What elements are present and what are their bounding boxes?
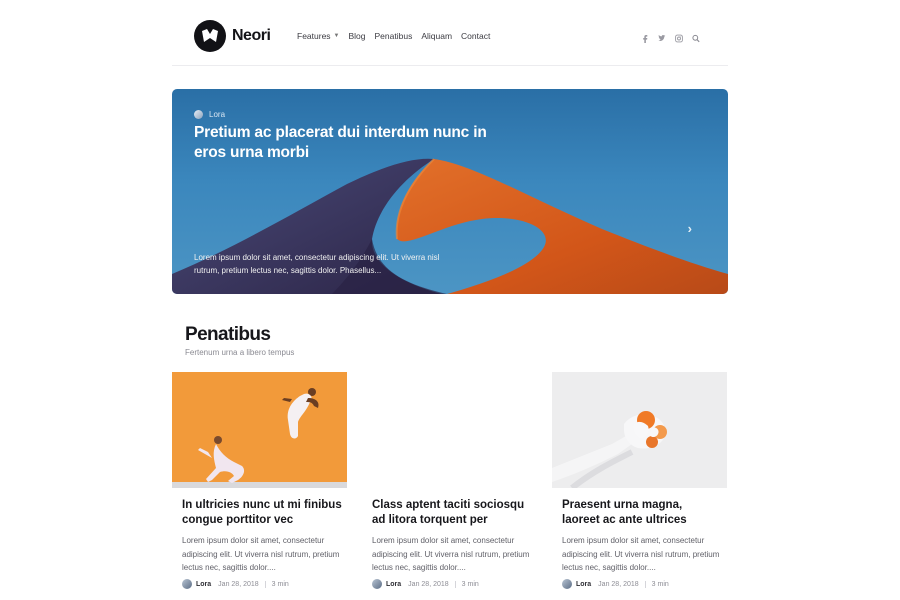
facebook-icon[interactable]	[641, 30, 649, 43]
avatar[interactable]	[562, 579, 572, 589]
chevron-right-icon[interactable]: ›	[688, 221, 692, 236]
post-title[interactable]: In ultricies nunc ut mi finibus congue p…	[182, 498, 342, 528]
post-card[interactable]: Class aptent taciti sociosqu ad litora t…	[362, 372, 537, 589]
post-date: Jan 28, 2018	[598, 580, 639, 588]
post-meta: Lora Jan 28, 2018 3 min	[372, 579, 479, 589]
social-links	[641, 30, 700, 43]
post-card[interactable]: Praesent urna magna, laoreet ac ante ult…	[552, 372, 727, 589]
instagram-icon[interactable]	[675, 30, 683, 43]
nav-item-label: Contact	[461, 31, 491, 41]
nav-item-blog[interactable]: Blog	[349, 31, 366, 41]
logo-icon[interactable]	[194, 20, 226, 52]
post-meta: Lora Jan 28, 2018 3 min	[182, 579, 289, 589]
post-read-time: 3 min	[271, 580, 289, 588]
post-date: Jan 28, 2018	[408, 580, 449, 588]
post-thumbnail[interactable]	[172, 372, 347, 488]
post-excerpt: Lorem ipsum dolor sit amet, consectetur …	[182, 536, 340, 572]
chevron-down-icon: ▼	[333, 33, 340, 39]
meta-divider	[454, 580, 456, 588]
hero-excerpt: Lorem ipsum dolor sit amet, consectetur …	[194, 253, 440, 275]
post-author[interactable]: Lora	[196, 581, 211, 588]
post-thumbnail[interactable]	[552, 372, 727, 488]
twitter-icon[interactable]	[658, 30, 666, 41]
post-author[interactable]: Lora	[386, 581, 401, 588]
post-excerpt: Lorem ipsum dolor sit amet, consectetur …	[372, 536, 530, 572]
post-read-time: 3 min	[651, 580, 669, 588]
section-subtitle: Fertenum urna a libero tempus	[185, 348, 295, 357]
avatar	[194, 110, 203, 119]
post-read-time: 3 min	[461, 580, 479, 588]
post-meta: Lora Jan 28, 2018 3 min	[562, 579, 669, 589]
post-title[interactable]: Praesent urna magna, laoreet ac ante ult…	[562, 498, 722, 528]
nav-item-label: Features	[297, 31, 331, 41]
post-card[interactable]: In ultricies nunc ut mi finibus congue p…	[172, 372, 347, 589]
nav-item-contact[interactable]: Contact	[461, 31, 490, 41]
post-date: Jan 28, 2018	[218, 580, 259, 588]
meta-divider	[644, 580, 646, 588]
section-title: Penatibus	[185, 324, 271, 345]
nav-item-features[interactable]: Features ▼	[297, 31, 340, 41]
nav-item-penatibus[interactable]: Penatibus	[375, 31, 413, 41]
hero-author[interactable]: Lora	[194, 110, 225, 119]
nav-item-aliquam[interactable]: Aliquam	[421, 31, 452, 41]
nav-item-label: Aliquam	[421, 31, 453, 41]
nav-item-label: Penatibus	[374, 31, 413, 41]
hero-title[interactable]: Pretium ac placerat dui interdum nunc in…	[194, 123, 494, 163]
featured-slider[interactable]: Lora Pretium ac placerat dui interdum nu…	[172, 89, 728, 294]
brand-name[interactable]: Neori	[232, 27, 271, 45]
avatar[interactable]	[372, 579, 382, 589]
post-thumbnail[interactable]	[362, 372, 537, 488]
post-author[interactable]: Lora	[576, 581, 591, 588]
main-nav: Features ▼ Blog Penatibus Aliquam Contac…	[297, 31, 499, 41]
avatar[interactable]	[182, 579, 192, 589]
post-title[interactable]: Class aptent taciti sociosqu ad litora t…	[372, 498, 532, 528]
site-header: Neori Features ▼ Blog Penatibus Aliquam …	[172, 0, 728, 66]
post-excerpt: Lorem ipsum dolor sit amet, consectetur …	[562, 536, 720, 572]
meta-divider	[264, 580, 266, 588]
search-icon[interactable]	[692, 30, 700, 43]
nav-item-label: Blog	[348, 31, 366, 41]
hero-author-name: Lora	[209, 110, 226, 119]
